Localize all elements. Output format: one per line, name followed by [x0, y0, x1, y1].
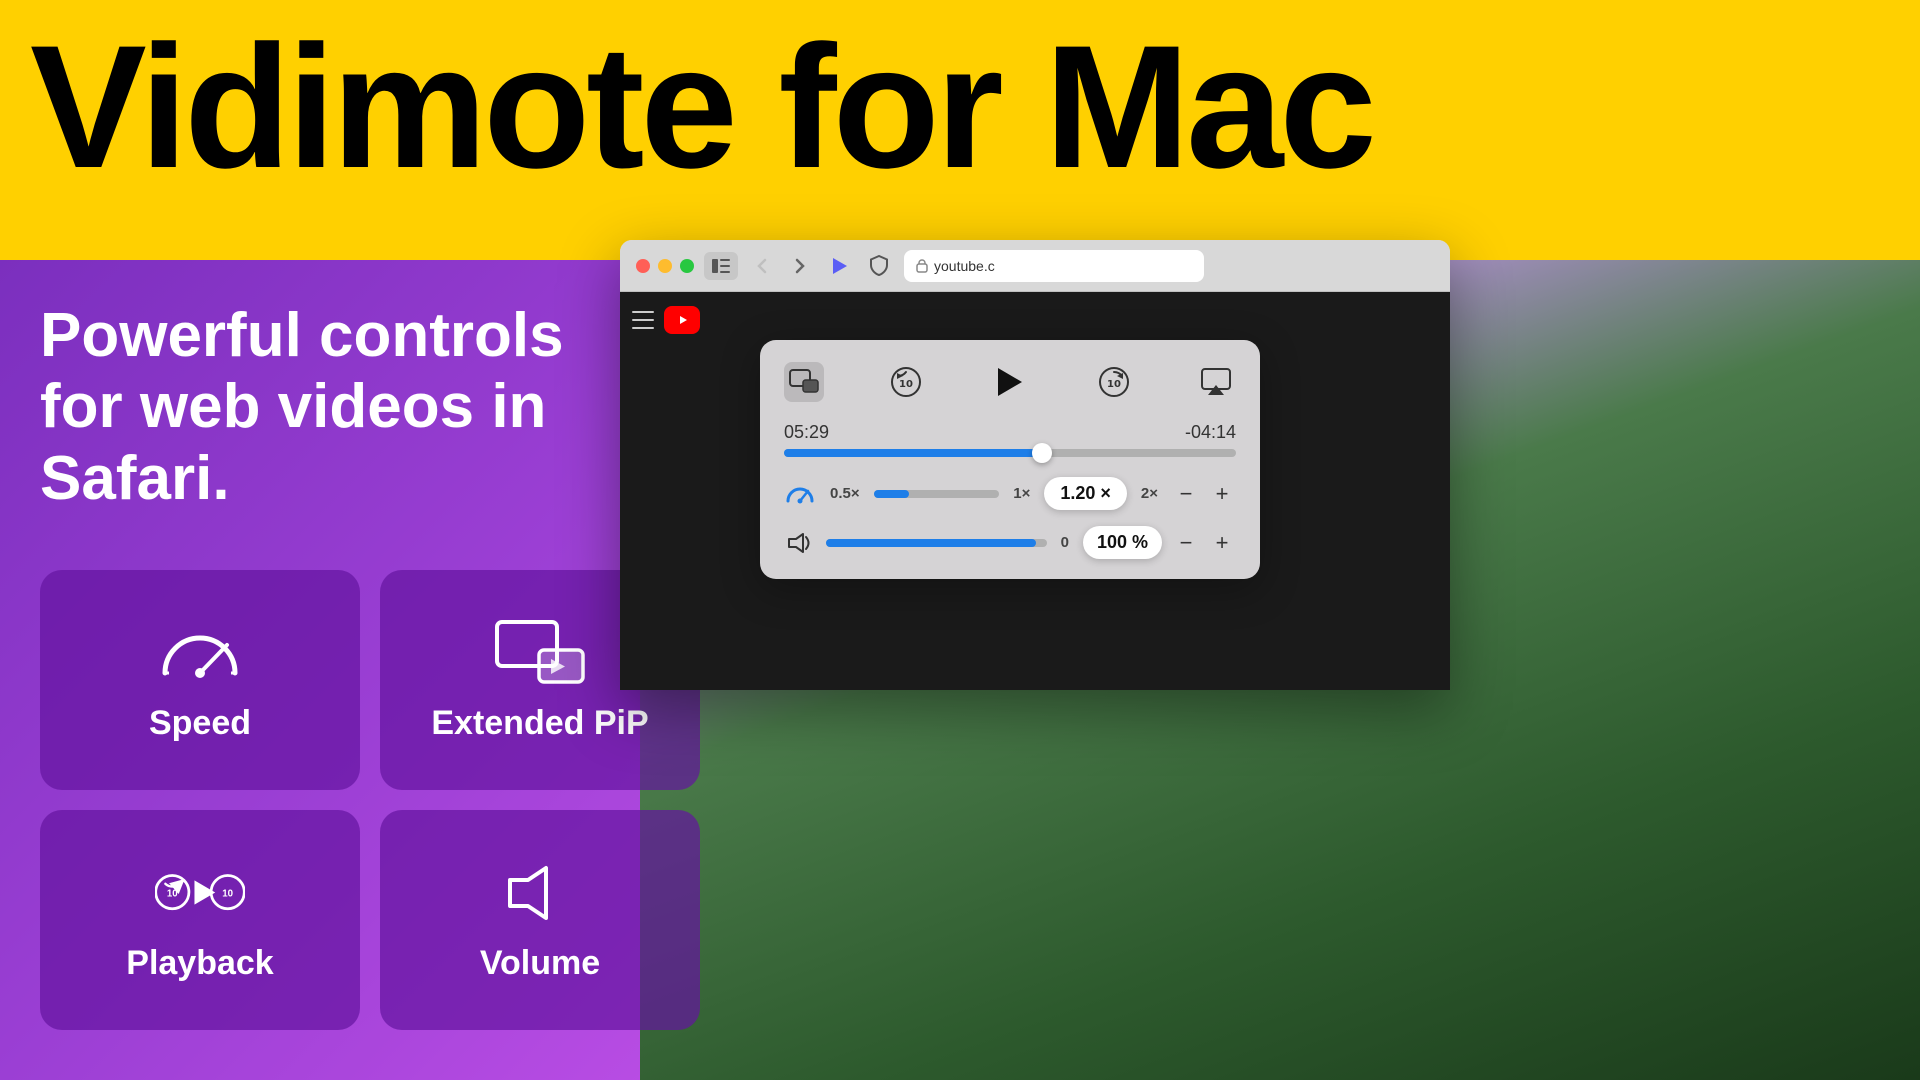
pip-panel-button[interactable]	[784, 362, 824, 402]
address-bar[interactable]: youtube.c	[904, 250, 1204, 282]
speed-increase-button[interactable]: +	[1208, 480, 1236, 508]
panel-controls-row: 10 10	[784, 360, 1236, 404]
vidimote-extension-button[interactable]	[824, 251, 854, 281]
vidimote-panel: 10 10	[760, 340, 1260, 579]
volume-value-badge: 100 %	[1083, 526, 1162, 559]
speed-label: Speed	[149, 704, 251, 743]
forward-button[interactable]	[786, 252, 814, 280]
progress-fill	[784, 449, 1042, 457]
feature-card-playback[interactable]: 10 10 Playback	[40, 810, 360, 1030]
svg-text:10: 10	[222, 888, 233, 899]
speed-icon	[155, 618, 245, 688]
svg-text:10: 10	[899, 379, 913, 390]
progress-thumb	[1032, 443, 1052, 463]
feature-grid: Speed Extended PiP 10	[40, 570, 700, 1030]
minimize-button[interactable]	[658, 259, 672, 273]
speed-slider[interactable]	[874, 490, 1000, 498]
traffic-lights	[636, 259, 694, 273]
time-current: 05:29	[784, 422, 829, 443]
volume-row: 0 100 % − +	[784, 526, 1236, 559]
pip-icon	[495, 618, 585, 688]
progress-bar[interactable]	[784, 449, 1236, 457]
subtitle: Powerful controls for web videos in Safa…	[40, 300, 640, 514]
speed-min-label: 0.5×	[830, 485, 860, 502]
speed-minus-plus: − +	[1172, 480, 1236, 508]
volume-slider[interactable]	[826, 539, 1047, 547]
feature-card-volume[interactable]: Volume	[380, 810, 700, 1030]
volume-fill	[826, 539, 1036, 547]
playback-icon: 10 10	[155, 858, 245, 928]
close-button[interactable]	[636, 259, 650, 273]
volume-increase-button[interactable]: +	[1208, 529, 1236, 557]
browser-titlebar: youtube.c	[620, 240, 1450, 292]
speed-value-badge: 1.20 ×	[1044, 477, 1127, 510]
back-button[interactable]	[748, 252, 776, 280]
sidebar-toggle-button[interactable]	[704, 252, 738, 280]
feature-card-speed[interactable]: Speed	[40, 570, 360, 790]
volume-feature-icon	[495, 858, 585, 928]
volume-decrease-button[interactable]: −	[1172, 529, 1200, 557]
speed-row: 0.5× 1× 1.20 × 2× − +	[784, 477, 1236, 510]
svg-text:10: 10	[1107, 379, 1121, 390]
hamburger-menu[interactable]	[632, 311, 654, 329]
speed-decrease-button[interactable]: −	[1172, 480, 1200, 508]
maximize-button[interactable]	[680, 259, 694, 273]
speed-fill	[874, 490, 909, 498]
url-text: youtube.c	[934, 258, 995, 274]
youtube-logo[interactable]	[664, 306, 700, 334]
speed-row-icon	[784, 478, 816, 510]
pip-label: Extended PiP	[431, 704, 648, 743]
time-remaining: -04:14	[1185, 422, 1236, 443]
playback-label: Playback	[126, 944, 273, 983]
speed-mid-label: 1×	[1013, 485, 1030, 502]
forward-10-button[interactable]: 10	[1094, 362, 1134, 402]
privacy-shield-button[interactable]	[864, 251, 894, 281]
rewind-10-button[interactable]: 10	[886, 362, 926, 402]
play-pause-button[interactable]	[988, 360, 1032, 404]
main-title: Vidimote for Mac	[30, 20, 1373, 195]
speed-max-label: 2×	[1141, 485, 1158, 502]
volume-min-label: 0	[1061, 534, 1069, 551]
time-display-row: 05:29 -04:14	[784, 422, 1236, 443]
volume-row-icon	[784, 527, 816, 559]
airplay-button[interactable]	[1196, 362, 1236, 402]
volume-minus-plus: − +	[1172, 529, 1236, 557]
volume-label: Volume	[480, 944, 600, 983]
svg-text:10: 10	[167, 888, 178, 899]
